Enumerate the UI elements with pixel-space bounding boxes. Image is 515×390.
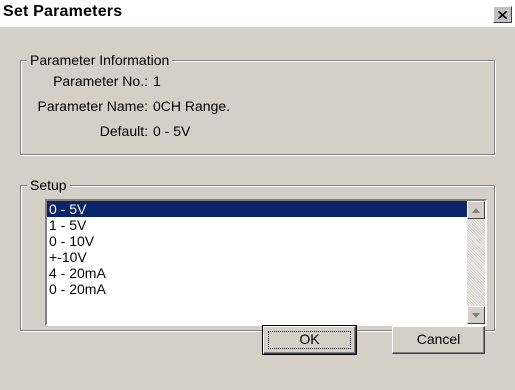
default-value: 0 - 5V xyxy=(153,123,191,139)
list-item[interactable]: 1 - 5V xyxy=(47,217,467,233)
list-item[interactable]: 0 - 20mA xyxy=(47,281,467,297)
scroll-down-arrow-icon xyxy=(472,312,480,318)
list-item[interactable]: +-10V xyxy=(47,249,467,265)
cancel-button[interactable]: Cancel xyxy=(392,326,485,354)
parameter-name-row: Parameter Name: 0CH Range. xyxy=(0,98,300,114)
dialog-body: Parameter Information Parameter No.: 1 P… xyxy=(0,27,515,390)
parameter-information-legend: Parameter Information xyxy=(27,52,173,68)
default-label: Default: xyxy=(99,123,148,139)
window-title: Set Parameters xyxy=(3,3,123,20)
list-item[interactable]: 0 - 10V xyxy=(47,233,467,249)
setup-legend: Setup xyxy=(27,177,70,193)
list-item[interactable]: 4 - 20mA xyxy=(47,265,467,281)
parameter-name-label: Parameter Name: xyxy=(37,98,148,114)
parameter-name-value: 0CH Range. xyxy=(153,98,231,114)
ok-button[interactable]: OK xyxy=(262,325,357,355)
close-icon xyxy=(498,10,507,19)
list-item[interactable]: 0 - 5V xyxy=(47,201,467,217)
range-listbox[interactable]: 0 - 5V 1 - 5V 0 - 10V +-10V 4 - 20mA 0 - 20mA xyxy=(45,199,487,326)
listbox-scrollbar[interactable] xyxy=(467,201,485,324)
scroll-up-arrow-icon xyxy=(472,207,480,213)
ok-focus-rect xyxy=(268,331,351,349)
title-bar: Set Parameters xyxy=(0,0,515,27)
close-button[interactable] xyxy=(493,6,512,23)
parameter-no-value: 1 xyxy=(153,73,161,89)
scroll-down-button[interactable] xyxy=(467,306,485,324)
parameter-no-row: Parameter No.: 1 xyxy=(0,73,300,89)
default-row: Default: 0 - 5V xyxy=(0,123,300,139)
scroll-up-button[interactable] xyxy=(467,201,485,219)
range-list: 0 - 5V 1 - 5V 0 - 10V +-10V 4 - 20mA 0 - 20mA xyxy=(47,201,467,324)
cancel-label: Cancel xyxy=(416,331,461,347)
parameter-no-label: Parameter No.: xyxy=(53,73,148,89)
